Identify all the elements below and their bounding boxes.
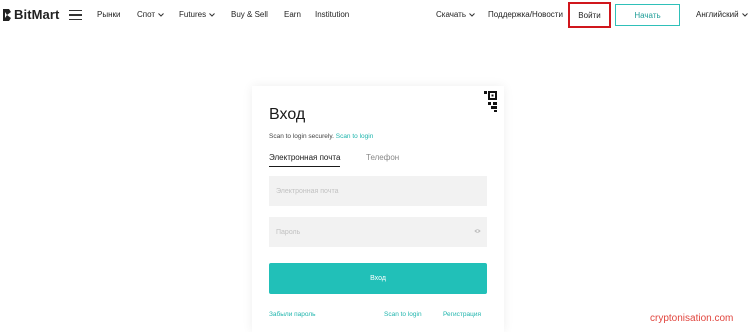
nav-institution-label: Institution: [315, 10, 350, 19]
language-label: Английский: [696, 10, 739, 19]
eye-icon[interactable]: [474, 228, 481, 234]
chevron-down-icon: [209, 12, 215, 17]
register-link[interactable]: Регистрация: [443, 311, 481, 318]
tab-phone[interactable]: Телефон: [366, 153, 399, 162]
tab-email[interactable]: Электронная почта: [269, 153, 341, 167]
qr-code-icon[interactable]: [474, 88, 500, 114]
login-title: Вход: [269, 106, 306, 123]
logo-text: BitMart: [14, 7, 60, 22]
nav-markets-label: Рынки: [97, 10, 121, 19]
login-button[interactable]: Войти: [568, 2, 611, 28]
scan-to-login-link[interactable]: Scan to login: [336, 133, 374, 140]
nav-download-label: Скачать: [436, 10, 466, 19]
chevron-down-icon: [469, 12, 475, 17]
start-button[interactable]: Начать: [615, 4, 680, 26]
scan-to-login-bottom-link[interactable]: Scan to login: [384, 311, 422, 318]
menu-icon[interactable]: [69, 10, 82, 20]
scan-hint-text: Scan to login securely.: [269, 133, 334, 140]
nav-earn[interactable]: Earn: [284, 10, 301, 19]
bitmart-logo-icon: [3, 8, 11, 21]
nav-support[interactable]: Поддержка/Новости: [488, 10, 563, 19]
nav-futures[interactable]: Futures: [179, 10, 215, 19]
nav-support-label: Поддержка/Новости: [488, 10, 563, 19]
nav-futures-label: Futures: [179, 10, 207, 19]
nav-download[interactable]: Скачать: [436, 10, 475, 19]
bitmart-logo[interactable]: BitMart: [2, 7, 59, 22]
nav-earn-label: Earn: [284, 10, 301, 19]
nav-institution[interactable]: Institution: [315, 10, 349, 19]
nav-spot-label: Спот: [137, 10, 156, 19]
login-card: Вход Scan to login securely. Scan to log…: [252, 86, 504, 332]
top-navbar: BitMart Рынки Спот Futures Buy & Sell Ea…: [0, 0, 750, 30]
email-field[interactable]: [269, 176, 487, 206]
forgot-password-link[interactable]: Забыли пароль: [269, 311, 316, 318]
nav-spot[interactable]: Спот: [137, 10, 164, 19]
submit-login-button[interactable]: Вход: [269, 263, 487, 294]
chevron-down-icon: [741, 12, 748, 17]
language-selector[interactable]: Английский: [696, 10, 748, 19]
nav-markets[interactable]: Рынки: [97, 10, 120, 19]
scan-hint: Scan to login securely. Scan to login: [269, 133, 373, 140]
watermark: cryptonisation.com: [650, 313, 734, 324]
nav-buy-sell[interactable]: Buy & Sell: [231, 10, 268, 19]
password-field[interactable]: [269, 217, 487, 247]
nav-buy-sell-label: Buy & Sell: [231, 10, 268, 19]
chevron-down-icon: [158, 12, 164, 17]
